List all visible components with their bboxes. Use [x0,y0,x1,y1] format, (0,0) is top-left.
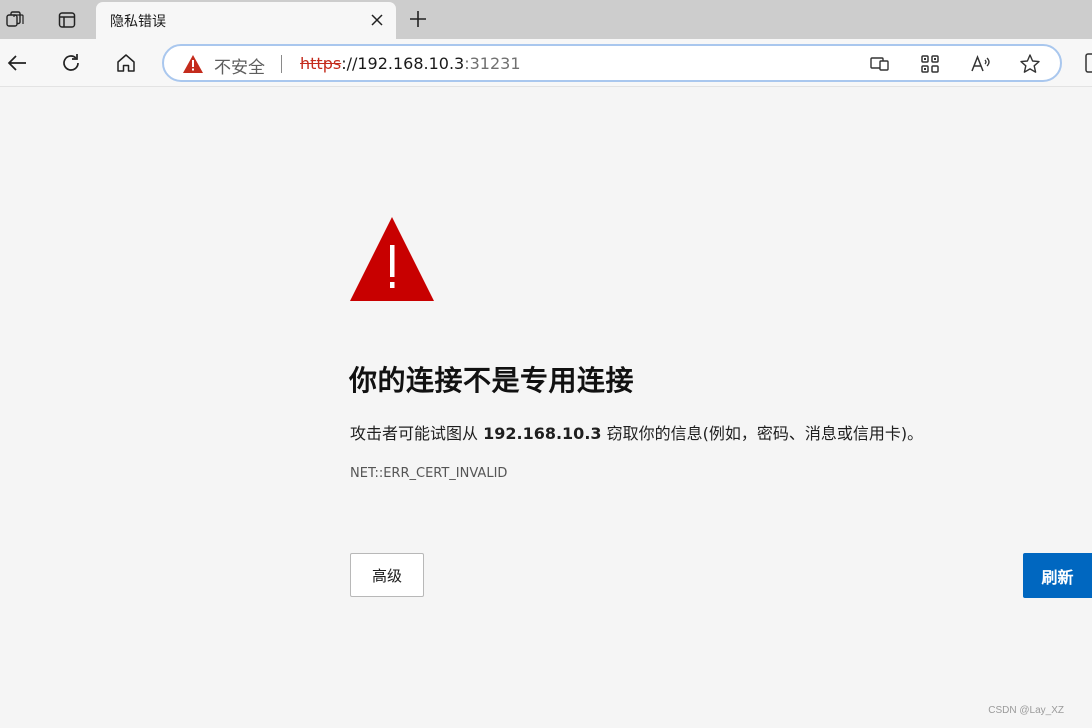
address-bar[interactable]: 不安全 https://192.168.10.3:31231 [162,44,1062,82]
error-code[interactable]: NET::ERR_CERT_INVALID [350,466,507,481]
tab-title: 隐私错误 [110,14,166,30]
active-tab[interactable]: 隐私错误 [96,2,396,39]
description-suffix: 窃取你的信息(例如，密码、消息或信用卡)。 [601,424,924,443]
warning-icon [349,216,435,306]
url-text[interactable]: https://192.168.10.3:31231 [300,54,521,73]
collections-icon[interactable] [1082,51,1092,75]
watermark: CSDN @Lay_XZ [988,705,1064,716]
back-icon[interactable] [2,49,32,77]
favorite-star-icon[interactable] [1018,52,1042,76]
not-secure-warning-icon[interactable] [182,54,204,78]
read-aloud-icon[interactable] [969,52,993,76]
url-scheme: https [300,54,342,73]
workspaces-icon[interactable] [1,6,29,34]
tab-actions-icon[interactable] [53,6,81,34]
description-prefix: 攻击者可能试图从 [350,424,484,443]
app-available-icon[interactable] [868,52,892,76]
qr-code-icon[interactable] [918,52,942,76]
url-host: ://192.168.10.3 [341,54,465,73]
advanced-button[interactable]: 高级 [350,553,424,597]
url-port: :31231 [464,54,521,73]
home-icon[interactable] [111,49,141,77]
description-host: 192.168.10.3 [483,424,602,443]
plus-icon [410,11,426,27]
new-tab-button[interactable] [404,5,432,33]
refresh-button[interactable]: 刷新 [1023,553,1092,598]
refresh-icon[interactable] [56,49,86,77]
page-title: 你的连接不是专用连接 [349,364,635,397]
browser-toolbar: 不安全 https://192.168.10.3:31231 [0,39,1092,87]
error-description: 攻击者可能试图从 192.168.10.3 窃取你的信息(例如，密码、消息或信用… [350,420,923,444]
security-status-label[interactable]: 不安全 [214,53,265,78]
divider [281,55,282,73]
close-tab-icon[interactable] [368,11,386,29]
tab-strip: 隐私错误 [0,0,1092,39]
